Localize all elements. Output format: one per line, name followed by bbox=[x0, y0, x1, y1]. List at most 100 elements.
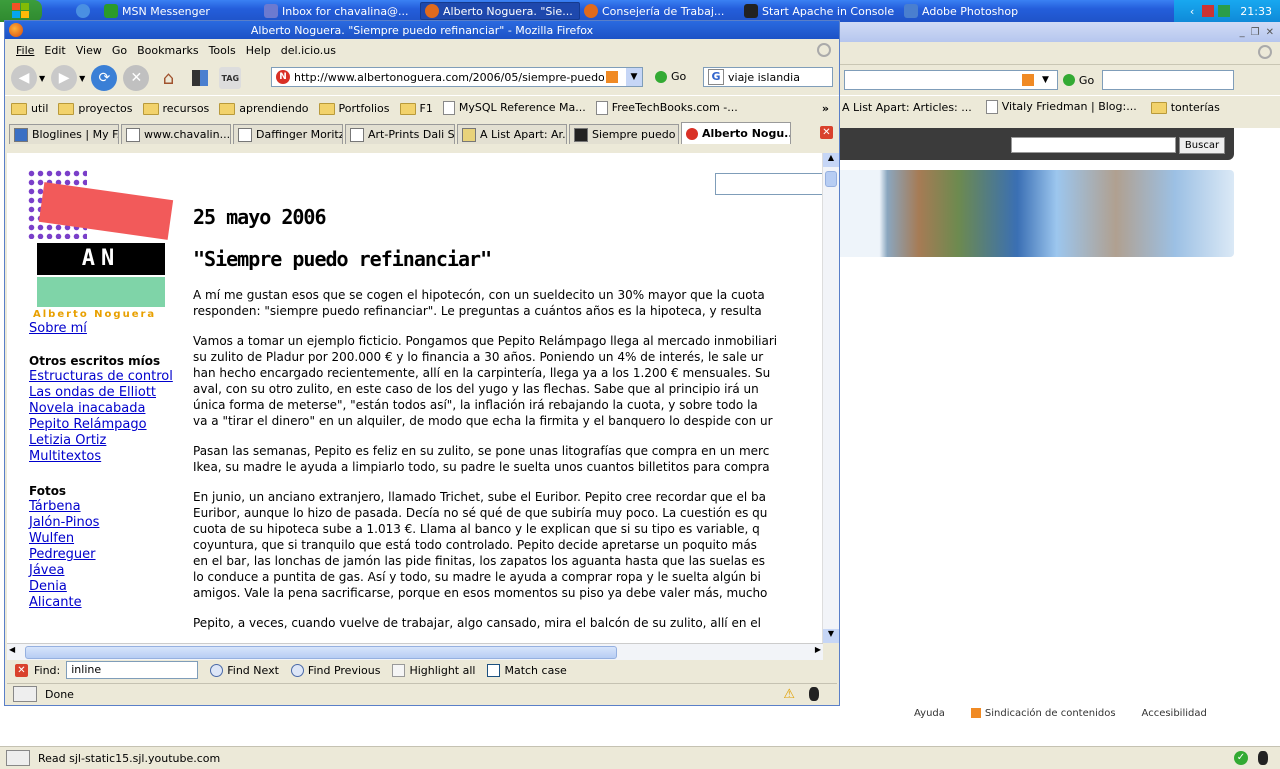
tab-chavalina[interactable]: www.chavalin... bbox=[121, 124, 231, 144]
highlight-all-button[interactable]: Highlight all bbox=[392, 663, 475, 677]
stop-button[interactable]: ✕ bbox=[123, 65, 150, 91]
bookmark-alistapart[interactable]: A List Apart: Articles: ... bbox=[842, 101, 972, 114]
sidebar-link[interactable]: Estructuras de control bbox=[29, 369, 189, 385]
menu-delicious[interactable]: del.icio.us bbox=[276, 44, 341, 57]
go-icon[interactable] bbox=[1062, 74, 1075, 86]
page-search-input[interactable] bbox=[715, 173, 827, 195]
restore-icon[interactable]: ❐ bbox=[1251, 27, 1260, 38]
sidebar-link[interactable]: Denia bbox=[29, 579, 189, 595]
tab-siempre[interactable]: Siempre puedo ... bbox=[569, 124, 679, 144]
menu-go[interactable]: Go bbox=[107, 44, 132, 57]
bookmark-vitaly[interactable]: Vitaly Friedman | Blog:... bbox=[985, 100, 1137, 114]
start-button[interactable] bbox=[0, 0, 42, 22]
url-dropdown-icon[interactable]: ▼ bbox=[626, 68, 642, 86]
menu-view[interactable]: View bbox=[71, 44, 107, 57]
tab-art-prints[interactable]: Art-Prints Dali S... bbox=[345, 124, 455, 144]
sidebar-link[interactable]: Letizia Ortiz bbox=[29, 433, 189, 449]
footer-link-ayuda[interactable]: Ayuda bbox=[914, 708, 945, 719]
scroll-right-icon[interactable]: ▶ bbox=[815, 645, 821, 654]
tray-app-icon[interactable] bbox=[1218, 5, 1231, 17]
forward-button[interactable]: ▶ bbox=[51, 65, 78, 91]
horizontal-scroll-thumb[interactable] bbox=[25, 646, 617, 659]
home-button[interactable]: ⌂ bbox=[155, 65, 181, 91]
minimize-icon[interactable]: _ bbox=[1240, 27, 1245, 38]
bookmark-folder-f1[interactable]: F1 bbox=[399, 102, 433, 115]
tab-alberto-noguera[interactable]: Alberto Nogu... bbox=[681, 122, 791, 144]
find-input[interactable]: inline bbox=[66, 661, 199, 679]
close-find-button[interactable]: ✕ bbox=[15, 663, 28, 677]
scroll-left-icon[interactable]: ◀ bbox=[9, 645, 15, 654]
background-search-field[interactable] bbox=[1102, 70, 1235, 90]
taskbar-item-msn[interactable]: MSN Messenger bbox=[100, 2, 260, 20]
menu-edit[interactable]: Edit bbox=[39, 44, 70, 57]
menu-tools[interactable]: Tools bbox=[204, 44, 241, 57]
reload-button[interactable]: ⟳ bbox=[91, 65, 118, 91]
scroll-down-icon[interactable]: ▼ bbox=[823, 629, 839, 643]
sidebar-link[interactable]: Novela inacabada bbox=[29, 401, 189, 417]
paragraph: A mí me gustan esos que se cogen el hipo… bbox=[193, 288, 765, 318]
match-case-checkbox[interactable]: Match case bbox=[487, 663, 567, 677]
sidebar-link[interactable]: Jalón-Pinos bbox=[29, 515, 189, 531]
close-tab-button[interactable]: ✕ bbox=[820, 126, 833, 139]
warning-icon[interactable]: ⚠ bbox=[783, 687, 795, 702]
buscar-button[interactable]: Buscar bbox=[1179, 137, 1225, 154]
taskbar-item-consejeria[interactable]: Consejería de Trabaj... bbox=[580, 2, 740, 20]
back-button[interactable]: ◀ bbox=[11, 65, 37, 91]
sidebar-link[interactable]: Wulfen bbox=[29, 531, 189, 547]
dropdown-icon[interactable]: ▼ bbox=[1042, 75, 1049, 85]
sidebar-link[interactable]: Pedreguer bbox=[29, 547, 189, 563]
bookmarks-overflow-icon[interactable]: » bbox=[822, 102, 829, 115]
logo-name: Alberto Noguera bbox=[33, 309, 157, 320]
bookmark-button[interactable] bbox=[187, 65, 213, 91]
background-search-input[interactable] bbox=[1011, 137, 1176, 153]
bookmark-folder-aprendiendo[interactable]: aprendiendo bbox=[219, 102, 309, 115]
bookmark-folder-portfolios[interactable]: Portfolios bbox=[318, 102, 390, 115]
tray-network-icon[interactable] bbox=[1202, 5, 1215, 17]
bookmark-folder-recursos[interactable]: recursos bbox=[142, 102, 209, 115]
horizontal-scrollbar[interactable]: ◀ ▶ bbox=[7, 643, 823, 660]
vertical-scrollbar[interactable]: ▲ ▼ bbox=[822, 153, 839, 643]
taskbar-item-inbox[interactable]: Inbox for chavalina@... bbox=[260, 2, 420, 20]
tag-button[interactable]: TAG bbox=[219, 67, 242, 89]
footer-link-sindicacion[interactable]: Sindicación de contenidos bbox=[970, 708, 1116, 719]
bookmark-tonterias[interactable]: tonterías bbox=[1150, 101, 1220, 114]
url-field[interactable]: N http://www.albertonoguera.com/2006/05/… bbox=[271, 67, 643, 87]
sidebar-link[interactable]: Las ondas de Elliott bbox=[29, 385, 189, 401]
tab-daffinger[interactable]: Daffinger Moritz... bbox=[233, 124, 343, 144]
taskbar-item-apache[interactable]: Start Apache in Console bbox=[740, 2, 900, 20]
scroll-up-icon[interactable]: ▲ bbox=[823, 153, 839, 167]
forward-dropdown-icon[interactable]: ▼ bbox=[79, 74, 85, 83]
bookmark-mysql[interactable]: MySQL Reference Ma... bbox=[442, 101, 586, 115]
go-button[interactable]: Go bbox=[655, 70, 686, 83]
back-dropdown-icon[interactable]: ▼ bbox=[39, 74, 45, 83]
footer-link-accesibilidad[interactable]: Accesibilidad bbox=[1142, 708, 1207, 719]
scroll-thumb[interactable] bbox=[825, 171, 837, 187]
find-previous-button[interactable]: Find Previous bbox=[290, 663, 380, 677]
sidebar-link[interactable]: Tárbena bbox=[29, 499, 189, 515]
owl-icon[interactable] bbox=[809, 687, 819, 701]
bookmark-folder-util[interactable]: util bbox=[11, 102, 48, 115]
rss-icon[interactable] bbox=[606, 71, 618, 83]
tab-bloglines[interactable]: Bloglines | My F... bbox=[9, 124, 119, 144]
sidebar-link[interactable]: Jávea bbox=[29, 563, 189, 579]
taskbar-item-firefox[interactable]: Alberto Noguera. "Sie... bbox=[420, 2, 580, 20]
owl-icon[interactable] bbox=[1258, 751, 1268, 765]
find-next-button[interactable]: Find Next bbox=[210, 663, 279, 677]
bookmark-folder-proyectos[interactable]: proyectos bbox=[58, 102, 133, 115]
quicklaunch-ie-icon[interactable] bbox=[72, 2, 100, 20]
sidebar-link[interactable]: Alicante bbox=[29, 595, 189, 611]
sidebar-link[interactable]: Pepito Relámpago bbox=[29, 417, 189, 433]
menu-help[interactable]: Help bbox=[241, 44, 276, 57]
about-link[interactable]: Sobre mí bbox=[29, 321, 189, 337]
bookmark-freetechbooks[interactable]: FreeTechBooks.com -... bbox=[595, 101, 738, 115]
check-icon[interactable]: ✓ bbox=[1234, 751, 1248, 765]
go-label[interactable]: Go bbox=[1079, 74, 1094, 87]
tab-alistapart[interactable]: A List Apart: Ar... bbox=[457, 124, 567, 144]
menu-bookmarks[interactable]: Bookmarks bbox=[132, 44, 203, 57]
taskbar-item-photoshop[interactable]: Adobe Photoshop bbox=[900, 2, 1050, 20]
sidebar-link[interactable]: Multitextos bbox=[29, 449, 189, 465]
menu-file[interactable]: File bbox=[11, 44, 39, 57]
close-icon[interactable]: ✕ bbox=[1266, 27, 1274, 38]
tray-arrow-icon[interactable]: ‹ bbox=[1190, 5, 1194, 18]
search-input[interactable]: G viaje islandia bbox=[703, 67, 833, 87]
